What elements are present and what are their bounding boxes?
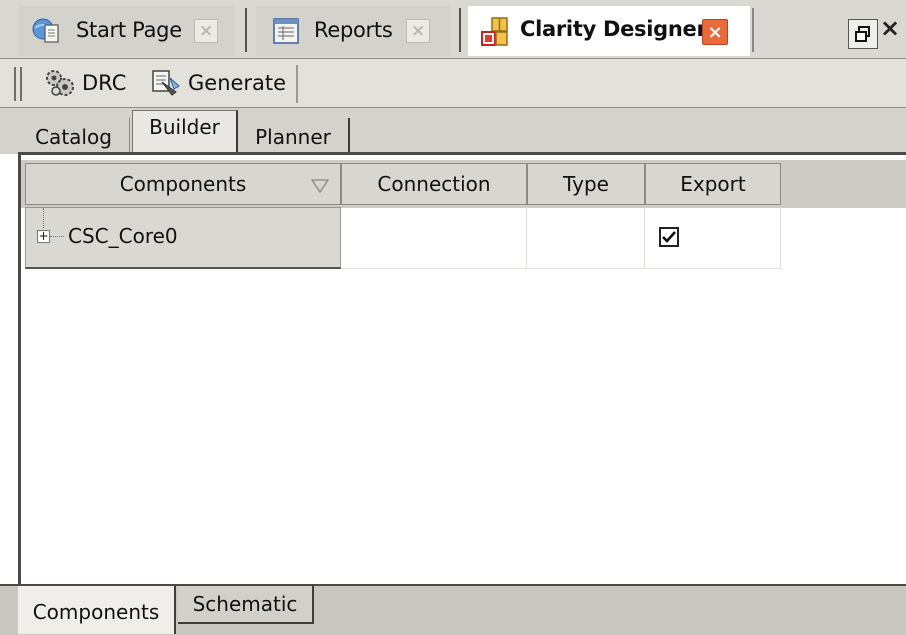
tab-catalog-label: Catalog xyxy=(35,125,112,149)
tab-reports[interactable]: Reports × xyxy=(256,6,450,56)
tab-clarity-designer[interactable]: Clarity Designer × xyxy=(468,6,750,56)
close-icon[interactable]: × xyxy=(406,19,430,43)
tab-start-page-label: Start Page xyxy=(76,18,182,42)
document-tab-strip: Start Page × Reports × Clarity Designer … xyxy=(0,0,906,58)
tab-components[interactable]: Components xyxy=(18,586,176,634)
column-export-label: Export xyxy=(680,172,746,196)
bottom-tab-strip: Components Schematic xyxy=(0,584,906,635)
clarity-designer-icon xyxy=(480,16,510,48)
builder-grid: Components Connection Type Export + CSC_… xyxy=(18,152,906,584)
close-icon[interactable]: × xyxy=(194,19,218,43)
tab-start-page[interactable]: Start Page × xyxy=(18,6,234,56)
expand-plus-icon[interactable]: + xyxy=(37,230,50,243)
tab-divider xyxy=(752,8,754,52)
table-row[interactable]: + CSC_Core0 xyxy=(25,207,783,269)
globe-page-icon xyxy=(32,16,62,46)
column-header-type[interactable]: Type xyxy=(527,163,645,205)
tab-schematic-label: Schematic xyxy=(192,592,298,616)
tab-divider xyxy=(459,8,461,52)
column-header-export[interactable]: Export xyxy=(645,163,781,205)
column-header-components[interactable]: Components xyxy=(25,163,341,205)
toolbar-grip xyxy=(20,67,22,101)
close-icon[interactable]: × xyxy=(702,19,728,45)
tab-divider xyxy=(245,8,247,52)
column-header-connection[interactable]: Connection xyxy=(341,163,527,205)
generate-label: Generate xyxy=(188,71,287,95)
restore-window-icon[interactable] xyxy=(848,19,878,49)
export-checkbox[interactable] xyxy=(659,227,679,247)
tree-line xyxy=(43,208,44,228)
gears-icon xyxy=(44,68,76,98)
column-components-label: Components xyxy=(119,172,247,196)
export-cell xyxy=(645,207,781,269)
tab-catalog[interactable]: Catalog xyxy=(18,118,130,156)
generate-button[interactable]: Generate xyxy=(150,68,286,98)
tab-schematic[interactable]: Schematic xyxy=(178,586,314,624)
window-close-icon[interactable]: × xyxy=(880,14,900,42)
toolbar: DRC Generate xyxy=(0,58,906,108)
tab-components-label: Components xyxy=(32,600,160,624)
checkmark-icon xyxy=(662,231,676,243)
toolbar-separator xyxy=(296,65,298,103)
tab-reports-label: Reports xyxy=(314,18,393,42)
tab-builder[interactable]: Builder xyxy=(132,110,238,156)
tab-planner-label: Planner xyxy=(255,125,331,149)
tab-planner[interactable]: Planner xyxy=(238,118,350,156)
report-table-icon xyxy=(272,17,300,45)
column-type-label: Type xyxy=(563,172,609,196)
column-connection-label: Connection xyxy=(377,172,491,196)
drc-button[interactable]: DRC xyxy=(44,68,126,98)
type-cell[interactable] xyxy=(527,207,645,269)
drc-label: DRC xyxy=(82,71,127,95)
sort-descending-icon[interactable] xyxy=(310,175,330,199)
connection-cell[interactable] xyxy=(341,207,527,269)
toolbar-grip[interactable] xyxy=(14,67,16,101)
view-tab-strip: Catalog Builder Planner xyxy=(0,108,906,156)
tab-clarity-designer-label: Clarity Designer xyxy=(520,17,707,41)
component-name: CSC_Core0 xyxy=(68,224,178,248)
tab-builder-label: Builder xyxy=(149,114,220,139)
tree-line xyxy=(50,236,64,237)
generate-icon xyxy=(150,68,182,98)
component-cell[interactable]: + CSC_Core0 xyxy=(25,207,341,269)
